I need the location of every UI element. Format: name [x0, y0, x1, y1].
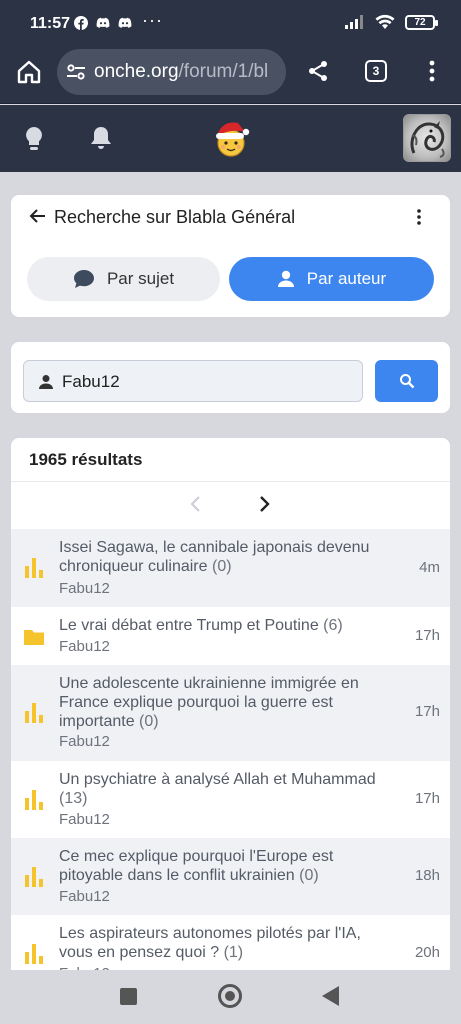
result-time: 20h	[414, 944, 440, 961]
bar-chart-icon	[25, 558, 43, 578]
reply-count: (0)	[211, 558, 232, 575]
search-card: Fabu12	[11, 342, 450, 413]
address-bar[interactable]: onche.org/forum/1/bl	[57, 49, 286, 95]
author-search-input[interactable]: Fabu12	[23, 360, 363, 402]
result-time: 17h	[414, 627, 440, 644]
more-notifications-icon: ···	[142, 10, 163, 30]
result-title[interactable]: Issei Sagawa, le cannibale japonais deve…	[59, 538, 389, 576]
tab-by-subject-label: Par sujet	[106, 269, 175, 288]
status-bar: 11:57 ··· 72	[0, 0, 461, 46]
recent-apps-button[interactable]	[120, 988, 137, 1005]
options-menu-icon[interactable]	[413, 207, 425, 227]
reply-count: (0)	[139, 713, 159, 730]
result-row[interactable]: Issei Sagawa, le cannibale japonais deve…	[11, 529, 450, 607]
result-title[interactable]: Un psychiatre à analysé Allah et Muhamma…	[59, 770, 389, 808]
url-text[interactable]: onche.org/forum/1/bl	[94, 61, 280, 83]
result-title[interactable]: Les aspirateurs autonomes pilotés par l'…	[59, 924, 389, 962]
back-arrow-icon[interactable]	[29, 207, 47, 225]
back-button[interactable]	[322, 986, 339, 1006]
result-row[interactable]: Une adolescente ukrainienne immigrée en …	[11, 665, 450, 761]
previous-page-icon[interactable]	[188, 495, 204, 513]
speech-bubble-icon	[73, 270, 94, 288]
home-icon[interactable]	[16, 59, 42, 85]
tab-by-author[interactable]: Par auteur	[229, 257, 434, 301]
search-icon	[400, 374, 415, 389]
url-domain: onche.org	[94, 61, 179, 82]
search-button[interactable]	[375, 360, 438, 402]
user-icon	[277, 270, 294, 287]
result-title[interactable]: Une adolescente ukrainienne immigrée en …	[59, 674, 389, 731]
reply-count: (0)	[299, 867, 319, 884]
url-path: /forum/1/bl	[178, 61, 269, 82]
status-time: 11:57	[30, 15, 71, 32]
reply-count: (13)	[59, 790, 88, 807]
result-time: 17h	[414, 790, 440, 807]
result-author[interactable]: Fabu12	[59, 638, 110, 655]
site-header	[0, 105, 461, 172]
result-author[interactable]: Fabu12	[59, 580, 110, 597]
bar-chart-icon	[25, 703, 43, 723]
site-settings-icon[interactable]	[66, 62, 86, 82]
divider	[11, 481, 450, 482]
notification-icons	[74, 16, 132, 30]
tab-switcher-button[interactable]: 3	[365, 60, 387, 82]
discord-icon	[96, 17, 110, 28]
results-count: 1965 résultats	[29, 450, 143, 469]
user-icon	[39, 375, 53, 389]
browser-toolbar: onche.org/forum/1/bl 3	[0, 46, 461, 104]
page-title: Recherche sur Blabla Général	[54, 207, 296, 227]
next-page-icon[interactable]	[256, 495, 272, 513]
home-button[interactable]	[218, 984, 242, 1008]
result-author[interactable]: Fabu12	[59, 811, 110, 828]
search-input-value[interactable]: Fabu12	[62, 372, 120, 392]
signal-icon	[345, 15, 363, 29]
folder-icon	[24, 630, 44, 645]
reply-count: (1)	[223, 944, 244, 961]
tab-by-author-label: Par auteur	[306, 269, 387, 288]
result-time: 4m	[419, 559, 440, 576]
system-navigation-bar	[0, 970, 461, 1024]
discord-icon	[118, 17, 132, 28]
tab-by-subject[interactable]: Par sujet	[27, 257, 220, 301]
results-card: 1965 résultats Issei Sagawa, le cannibal…	[11, 438, 450, 978]
result-author[interactable]: Fabu12	[59, 888, 110, 905]
dragon-avatar-image	[410, 121, 445, 158]
user-avatar[interactable]	[403, 114, 451, 162]
result-row[interactable]: Les aspirateurs autonomes pilotés par l'…	[11, 915, 450, 978]
bar-chart-icon	[25, 944, 43, 964]
result-row[interactable]: Ce mec explique pourquoi l'Europe est pi…	[11, 838, 450, 915]
facebook-icon	[74, 16, 88, 30]
bar-chart-icon	[25, 867, 43, 887]
result-author[interactable]: Fabu12	[59, 733, 110, 750]
search-header-card: Recherche sur Blabla Général Par sujet P…	[11, 195, 450, 317]
notification-bell-icon[interactable]	[89, 125, 113, 151]
bar-chart-icon	[25, 790, 43, 810]
wifi-icon	[375, 14, 395, 29]
share-icon[interactable]	[306, 59, 330, 83]
result-row[interactable]: Le vrai débat entre Trump et Poutine (6)…	[11, 607, 450, 665]
reply-count: (6)	[323, 617, 343, 634]
result-title[interactable]: Le vrai débat entre Trump et Poutine (6)	[59, 616, 389, 635]
result-time: 17h	[414, 703, 440, 720]
browser-menu-icon[interactable]	[422, 59, 442, 83]
result-time: 18h	[414, 867, 440, 884]
result-title[interactable]: Ce mec explique pourquoi l'Europe est pi…	[59, 847, 389, 885]
site-logo[interactable]	[212, 118, 250, 158]
result-row[interactable]: Un psychiatre à analysé Allah et Muhamma…	[11, 761, 450, 838]
battery-icon: 72	[405, 14, 438, 30]
lightbulb-icon[interactable]	[22, 125, 46, 153]
